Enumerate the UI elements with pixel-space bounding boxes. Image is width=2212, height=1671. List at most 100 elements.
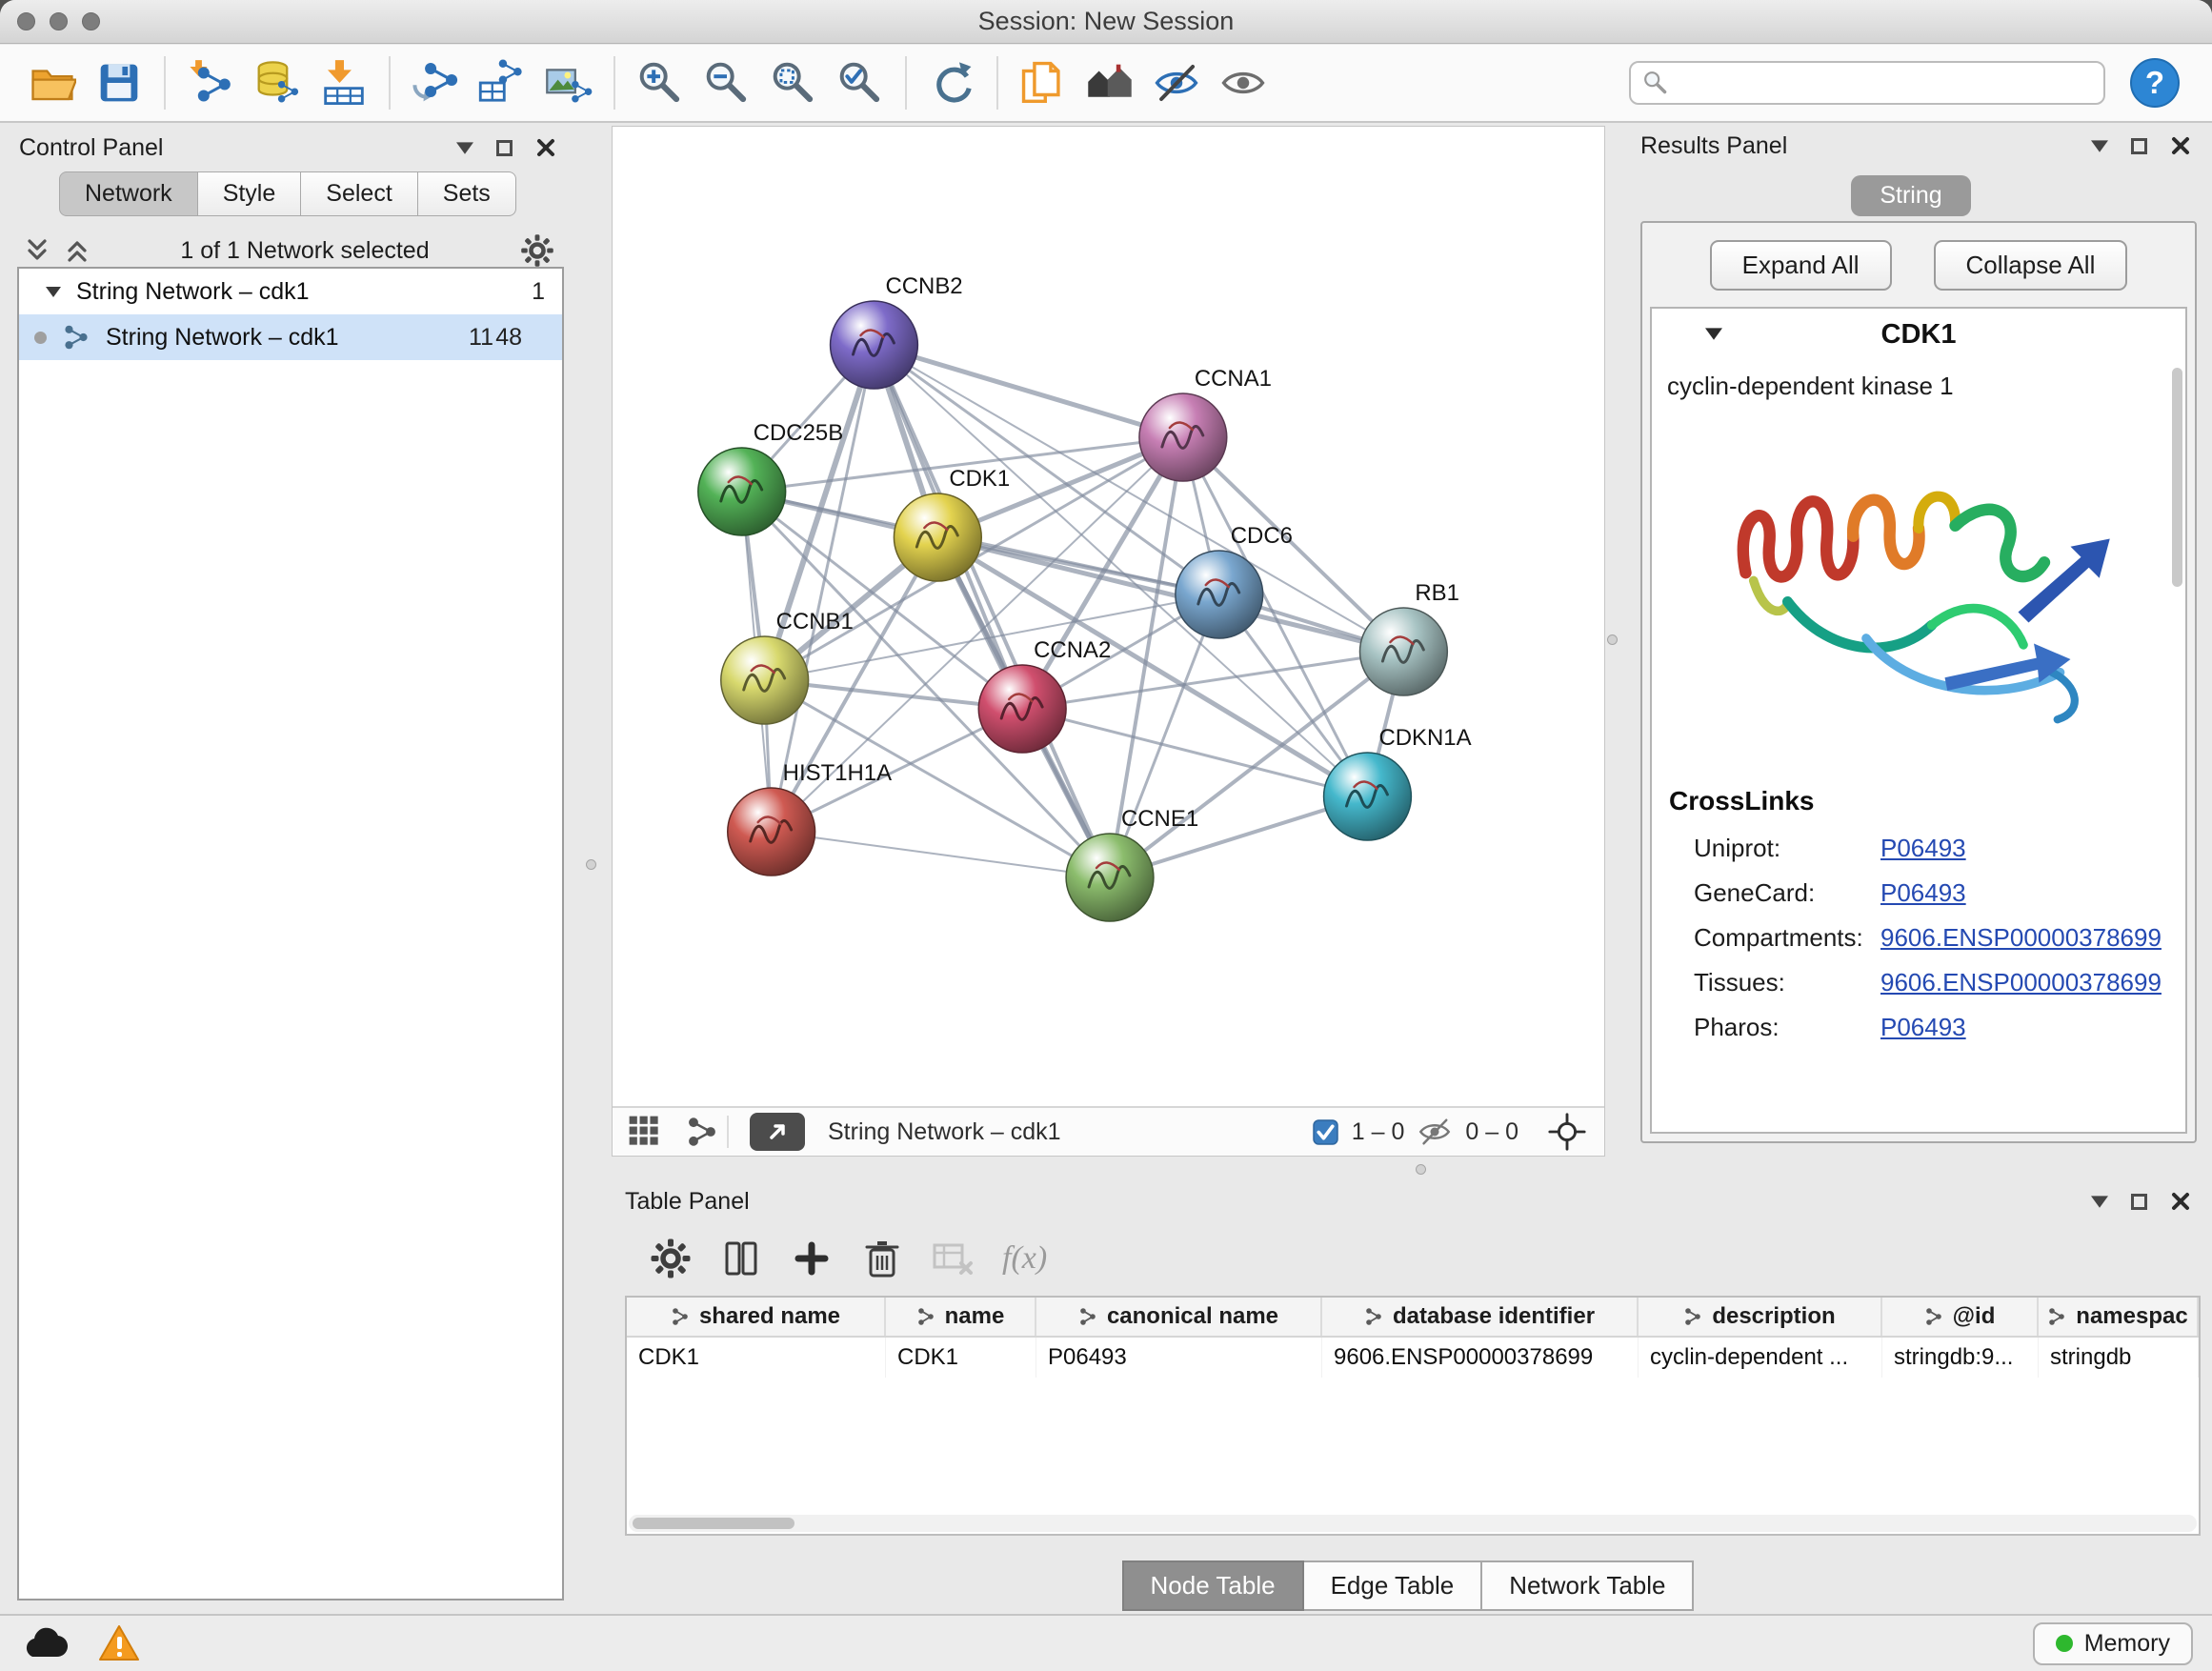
toolbar-divider [164, 56, 166, 110]
left-splitter-handle[interactable] [586, 859, 596, 870]
zoom-out-button[interactable] [694, 50, 760, 116]
help-button[interactable]: ? [2130, 58, 2180, 108]
zoom-in-button[interactable] [627, 50, 694, 116]
tab-network[interactable]: Network [59, 171, 198, 216]
column-header-description[interactable]: description [1639, 1298, 1882, 1336]
network-view-icon[interactable] [685, 1115, 719, 1149]
close-panel-icon[interactable] [2170, 1191, 2191, 1212]
refresh-layout-button[interactable] [918, 50, 985, 116]
search-input[interactable] [1679, 70, 2092, 96]
selected-checkbox-icon[interactable] [1313, 1119, 1338, 1145]
collapse-all-button[interactable]: Collapse All [1934, 240, 2128, 291]
grid-view-icon[interactable] [626, 1113, 664, 1151]
float-panel-icon[interactable] [2131, 1194, 2147, 1210]
collapse-all-tree-icon[interactable] [25, 237, 50, 264]
network-node-CCNB2[interactable]: CCNB2 [831, 273, 963, 389]
network-node-CDKN1A[interactable]: CDKN1A [1324, 725, 1472, 840]
network-view-panel: CCNB2CCNA1CDC25BCDK1CDC6RB1CCNB1CCNA2CDK… [612, 126, 1605, 1157]
scrollbar-thumb[interactable] [633, 1518, 794, 1529]
gene-section: CDK1 cyclin-dependent kinase 1 [1650, 307, 2187, 1134]
export-network-image-button[interactable] [535, 50, 602, 116]
float-panel-icon[interactable] [496, 140, 513, 156]
collapse-panel-icon[interactable] [456, 142, 473, 154]
float-panel-icon[interactable] [2131, 138, 2147, 154]
table-options-gear-icon[interactable] [650, 1238, 692, 1279]
network-collection-row[interactable]: String Network – cdk1 1 [19, 269, 562, 314]
network-node-CCNA1[interactable]: CCNA1 [1139, 366, 1272, 481]
section-collapse-icon[interactable] [1705, 328, 1722, 340]
network-node-CDK1[interactable]: CDK1 [894, 466, 1010, 581]
close-panel-icon[interactable] [535, 137, 556, 158]
hidden-eye-slash-icon[interactable] [1418, 1115, 1452, 1149]
birdseye-view-button[interactable] [750, 1113, 805, 1151]
hidden-node-edge-counts: 0 – 0 [1465, 1118, 1518, 1146]
home-button[interactable] [1076, 50, 1143, 116]
zoom-fit-button[interactable] [760, 50, 827, 116]
network-node-HIST1H1A[interactable]: HIST1H1A [728, 760, 892, 876]
tab-select[interactable]: Select [301, 171, 417, 216]
gene-section-header: CDK1 [1652, 309, 2185, 360]
bottom-splitter-handle[interactable] [1416, 1164, 1426, 1175]
function-builder-label[interactable]: f(x) [1002, 1240, 1047, 1277]
network-selection-summary: 1 of 1 Network selected [90, 237, 520, 265]
crosslink-link[interactable]: P06493 [1880, 1013, 1966, 1042]
delete-column-trash-icon[interactable] [861, 1238, 903, 1279]
pan-crosshair-icon[interactable] [1547, 1112, 1587, 1152]
network-row[interactable]: String Network – cdk1 11 48 [19, 314, 562, 360]
cell-shared-name: CDK1 [627, 1338, 886, 1378]
memory-button[interactable]: Memory [2033, 1622, 2193, 1665]
collapse-panel-icon[interactable] [2091, 1196, 2108, 1208]
expand-all-tree-icon[interactable] [65, 237, 90, 264]
cell-database-identifier: 9606.ENSP00000378699 [1322, 1338, 1639, 1378]
node-label-CDC6: CDC6 [1231, 523, 1293, 549]
crosslink-link[interactable]: P06493 [1880, 834, 1966, 863]
tab-sets[interactable]: Sets [418, 171, 516, 216]
new-network-table-button[interactable] [469, 50, 535, 116]
table-panel-title: Table Panel [621, 1188, 750, 1216]
zoom-selected-icon [836, 59, 884, 107]
import-network-file-button[interactable] [177, 50, 244, 116]
results-tab-string[interactable]: String [1851, 175, 1970, 216]
tab-network-table[interactable]: Network Table [1482, 1560, 1694, 1611]
tab-node-table[interactable]: Node Table [1122, 1560, 1304, 1611]
tree-expand-icon[interactable] [46, 287, 61, 297]
add-column-icon[interactable] [791, 1238, 833, 1279]
open-session-button[interactable] [19, 50, 86, 116]
network-options-gear-icon[interactable] [520, 233, 554, 268]
import-network-database-button[interactable] [244, 50, 311, 116]
column-header-shared-name[interactable]: shared name [627, 1298, 886, 1336]
column-header-name[interactable]: name [886, 1298, 1036, 1336]
results-scrollbar[interactable] [2172, 368, 2182, 587]
network-node-RB1[interactable]: RB1 [1359, 580, 1458, 695]
tab-style[interactable]: Style [198, 171, 302, 216]
crosslink-link[interactable]: P06493 [1880, 878, 1966, 908]
crosslink-link[interactable]: 9606.ENSP00000378699 [1880, 968, 2162, 997]
cell-id: stringdb:9... [1882, 1338, 2039, 1378]
collapse-panel-icon[interactable] [2091, 140, 2108, 152]
close-panel-icon[interactable] [2170, 135, 2191, 156]
collection-label: String Network – cdk1 [76, 278, 310, 306]
copy-document-button[interactable] [1010, 50, 1076, 116]
right-splitter-handle[interactable] [1607, 634, 1618, 645]
column-header-id[interactable]: @id [1882, 1298, 2039, 1336]
crosslink-link[interactable]: 9606.ENSP00000378699 [1880, 923, 2162, 953]
expand-all-button[interactable]: Expand All [1710, 240, 1892, 291]
zoom-selected-button[interactable] [827, 50, 894, 116]
column-header-canonical-name[interactable]: canonical name [1036, 1298, 1322, 1336]
show-columns-icon[interactable] [720, 1238, 762, 1279]
table-panel: Table Panel [612, 1181, 2204, 1612]
status-bar: Memory [0, 1614, 2212, 1671]
tab-edge-table[interactable]: Edge Table [1304, 1560, 1483, 1611]
network-canvas[interactable]: CCNB2CCNA1CDC25BCDK1CDC6RB1CCNB1CCNA2CDK… [613, 127, 1604, 1106]
column-header-database-identifier[interactable]: database identifier [1322, 1298, 1639, 1336]
import-table-button[interactable] [311, 50, 377, 116]
hide-selected-button[interactable] [1143, 50, 1210, 116]
column-header-namespace[interactable]: namespac [2039, 1298, 2199, 1336]
save-session-button[interactable] [86, 50, 152, 116]
cloud-icon[interactable] [19, 1624, 69, 1662]
network-node-CDC25B[interactable]: CDC25B [698, 420, 843, 535]
show-all-button[interactable] [1210, 50, 1277, 116]
network-from-selection-button[interactable] [402, 50, 469, 116]
warning-icon[interactable] [97, 1623, 141, 1663]
table-row[interactable]: CDK1 CDK1 P06493 9606.ENSP00000378699 cy… [627, 1338, 2199, 1378]
